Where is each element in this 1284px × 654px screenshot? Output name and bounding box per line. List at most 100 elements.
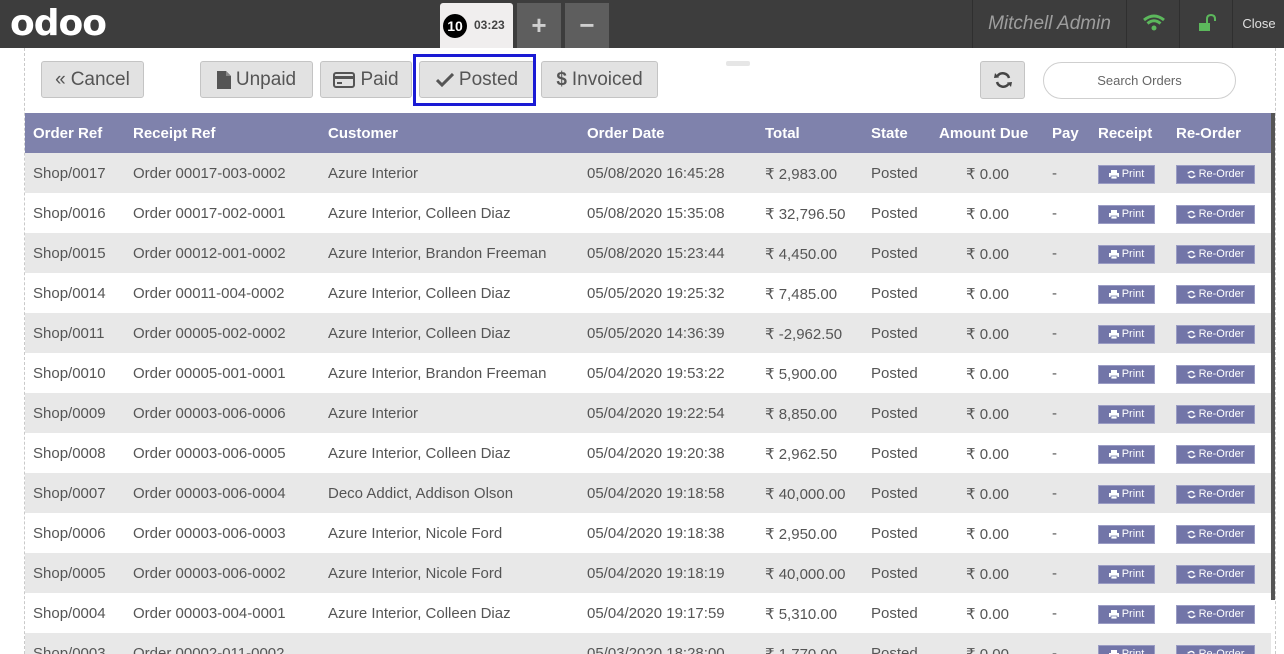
print-icon bbox=[1108, 170, 1119, 179]
reorder-button[interactable]: Re-Order bbox=[1176, 485, 1255, 504]
customer: Azure Interior, Colleen Diaz bbox=[328, 285, 511, 302]
print-label: Print bbox=[1121, 208, 1145, 220]
table-row[interactable]: Shop/0006 Order 00003-006-0003 Azure Inter… bbox=[25, 513, 1271, 553]
reorder-button[interactable]: Re-Order bbox=[1176, 445, 1255, 464]
order-ref: Shop/0003 bbox=[33, 645, 106, 654]
print-receipt-button[interactable]: Print bbox=[1098, 445, 1155, 464]
refresh-icon bbox=[1187, 290, 1196, 299]
print-receipt-button[interactable]: Print bbox=[1098, 405, 1155, 424]
table-row[interactable]: Shop/0009 Order 00003-006-0006 Azure Inter… bbox=[25, 393, 1271, 433]
reorder-button[interactable]: Re-Order bbox=[1176, 525, 1255, 544]
receipt-ref: Order 00017-003-0002 bbox=[133, 165, 286, 182]
reorder-button[interactable]: Re-Order bbox=[1176, 365, 1255, 384]
table-row[interactable]: Shop/0003 Order 00002-011-0002 05/03/2020 … bbox=[25, 633, 1271, 654]
print-label: Print bbox=[1121, 288, 1145, 300]
receipt-ref: Order 00003-006-0005 bbox=[133, 445, 286, 462]
print-receipt-button[interactable]: Print bbox=[1098, 645, 1155, 654]
filter-paid-button[interactable]: Paid bbox=[320, 61, 412, 98]
print-receipt-button[interactable]: Print bbox=[1098, 525, 1155, 544]
table-row[interactable]: Shop/0008 Order 00003-006-0005 Azure Inter… bbox=[25, 433, 1271, 473]
table-scrollbar[interactable] bbox=[1271, 113, 1275, 600]
customer: Azure Interior, Brandon Freeman bbox=[328, 245, 547, 262]
order-state: Posted bbox=[871, 165, 918, 182]
reorder-button[interactable]: Re-Order bbox=[1176, 605, 1255, 624]
print-receipt-button[interactable]: Print bbox=[1098, 245, 1155, 264]
order-date: 05/05/2020 19:25:32 bbox=[587, 285, 725, 302]
order-state: Posted bbox=[871, 565, 918, 582]
print-receipt-button[interactable]: Print bbox=[1098, 285, 1155, 304]
order-date: 05/04/2020 19:18:19 bbox=[587, 565, 725, 582]
print-receipt-button[interactable]: Print bbox=[1098, 485, 1155, 504]
customer: Azure Interior, Colleen Diaz bbox=[328, 205, 511, 222]
pay-value: - bbox=[1052, 645, 1057, 654]
print-receipt-button[interactable]: Print bbox=[1098, 605, 1155, 624]
reorder-label: Re-Order bbox=[1198, 168, 1245, 180]
receipt-ref: Order 00003-006-0002 bbox=[133, 565, 286, 582]
selection-highlight bbox=[413, 54, 536, 106]
table-row[interactable]: Shop/0014 Order 00011-004-0002 Azure Inter… bbox=[25, 273, 1271, 313]
order-sequence-badge: 10 bbox=[443, 14, 467, 38]
order-total: ₹ 40,000.00 bbox=[765, 566, 846, 583]
table-row[interactable]: Shop/0011 Order 00005-002-0002 Azure Inter… bbox=[25, 313, 1271, 353]
print-label: Print bbox=[1121, 248, 1145, 260]
print-label: Print bbox=[1121, 328, 1145, 340]
reorder-label: Re-Order bbox=[1198, 528, 1245, 540]
close-button[interactable]: Close bbox=[1232, 0, 1284, 48]
print-icon bbox=[1108, 290, 1119, 299]
cancel-button[interactable]: « Cancel bbox=[41, 61, 144, 98]
print-receipt-button[interactable]: Print bbox=[1098, 325, 1155, 344]
table-row[interactable]: Shop/0015 Order 00012-001-0002 Azure Inter… bbox=[25, 233, 1271, 273]
reorder-button[interactable]: Re-Order bbox=[1176, 245, 1255, 264]
reorder-button[interactable]: Re-Order bbox=[1176, 405, 1255, 424]
reorder-button[interactable]: Re-Order bbox=[1176, 325, 1255, 344]
pay-value: - bbox=[1052, 405, 1057, 422]
receipt-ref: Order 00017-002-0001 bbox=[133, 205, 286, 222]
table-row[interactable]: Shop/0016 Order 00017-002-0001 Azure Inter… bbox=[25, 193, 1271, 233]
amount-due: ₹ 0.00 bbox=[966, 526, 1009, 543]
print-receipt-button[interactable]: Print bbox=[1098, 365, 1155, 384]
reorder-button[interactable]: Re-Order bbox=[1176, 565, 1255, 584]
reorder-button[interactable]: Re-Order bbox=[1176, 645, 1255, 654]
pay-value: - bbox=[1052, 165, 1057, 182]
table-row[interactable]: Shop/0007 Order 00003-006-0004 Deco Addict… bbox=[25, 473, 1271, 513]
refresh-icon bbox=[1187, 450, 1196, 459]
table-row[interactable]: Shop/0017 Order 00017-003-0002 Azure Inter… bbox=[25, 153, 1271, 193]
table-row[interactable]: Shop/0005 Order 00003-006-0002 Azure Inter… bbox=[25, 553, 1271, 593]
remove-order-button[interactable]: − bbox=[565, 3, 609, 48]
reorder-button[interactable]: Re-Order bbox=[1176, 205, 1255, 224]
connection-status[interactable] bbox=[1126, 0, 1179, 48]
print-label: Print bbox=[1121, 448, 1145, 460]
lock-status[interactable] bbox=[1179, 0, 1232, 48]
order-tab-active[interactable]: 10 03:23 bbox=[440, 3, 513, 48]
print-receipt-button[interactable]: Print bbox=[1098, 205, 1155, 224]
user-name[interactable]: Mitchell Admin bbox=[972, 0, 1126, 48]
pay-value: - bbox=[1052, 205, 1057, 222]
customer: Azure Interior, Nicole Ford bbox=[328, 565, 503, 582]
print-receipt-button[interactable]: Print bbox=[1098, 565, 1155, 584]
customer: Azure Interior, Nicole Ford bbox=[328, 525, 503, 542]
filter-invoiced-button[interactable]: $ Invoiced bbox=[541, 61, 658, 98]
order-state: Posted bbox=[871, 285, 918, 302]
order-ref: Shop/0015 bbox=[33, 245, 106, 262]
refresh-icon bbox=[1187, 410, 1196, 419]
pay-value: - bbox=[1052, 245, 1057, 262]
amount-due: ₹ 0.00 bbox=[966, 645, 1009, 654]
filter-unpaid-button[interactable]: Unpaid bbox=[200, 61, 313, 98]
table-row[interactable]: Shop/0010 Order 00005-001-0001 Azure Inter… bbox=[25, 353, 1271, 393]
order-date: 05/08/2020 16:45:28 bbox=[587, 165, 725, 182]
search-orders-input[interactable] bbox=[1043, 62, 1236, 99]
print-receipt-button[interactable]: Print bbox=[1098, 165, 1155, 184]
print-label: Print bbox=[1121, 648, 1145, 654]
dollar-icon: $ bbox=[556, 69, 567, 90]
order-date: 05/04/2020 19:22:54 bbox=[587, 405, 725, 422]
add-order-button[interactable]: + bbox=[517, 3, 561, 48]
receipt-ref: Order 00005-001-0001 bbox=[133, 365, 286, 382]
reorder-button[interactable]: Re-Order bbox=[1176, 165, 1255, 184]
reorder-label: Re-Order bbox=[1198, 248, 1245, 260]
reorder-button[interactable]: Re-Order bbox=[1176, 285, 1255, 304]
order-total: ₹ -2,962.50 bbox=[765, 326, 843, 343]
customer: Azure Interior, Brandon Freeman bbox=[328, 365, 547, 382]
table-row[interactable]: Shop/0004 Order 00003-004-0001 Azure Inter… bbox=[25, 593, 1271, 633]
order-date: 05/04/2020 19:20:38 bbox=[587, 445, 725, 462]
refresh-button[interactable] bbox=[980, 61, 1025, 99]
